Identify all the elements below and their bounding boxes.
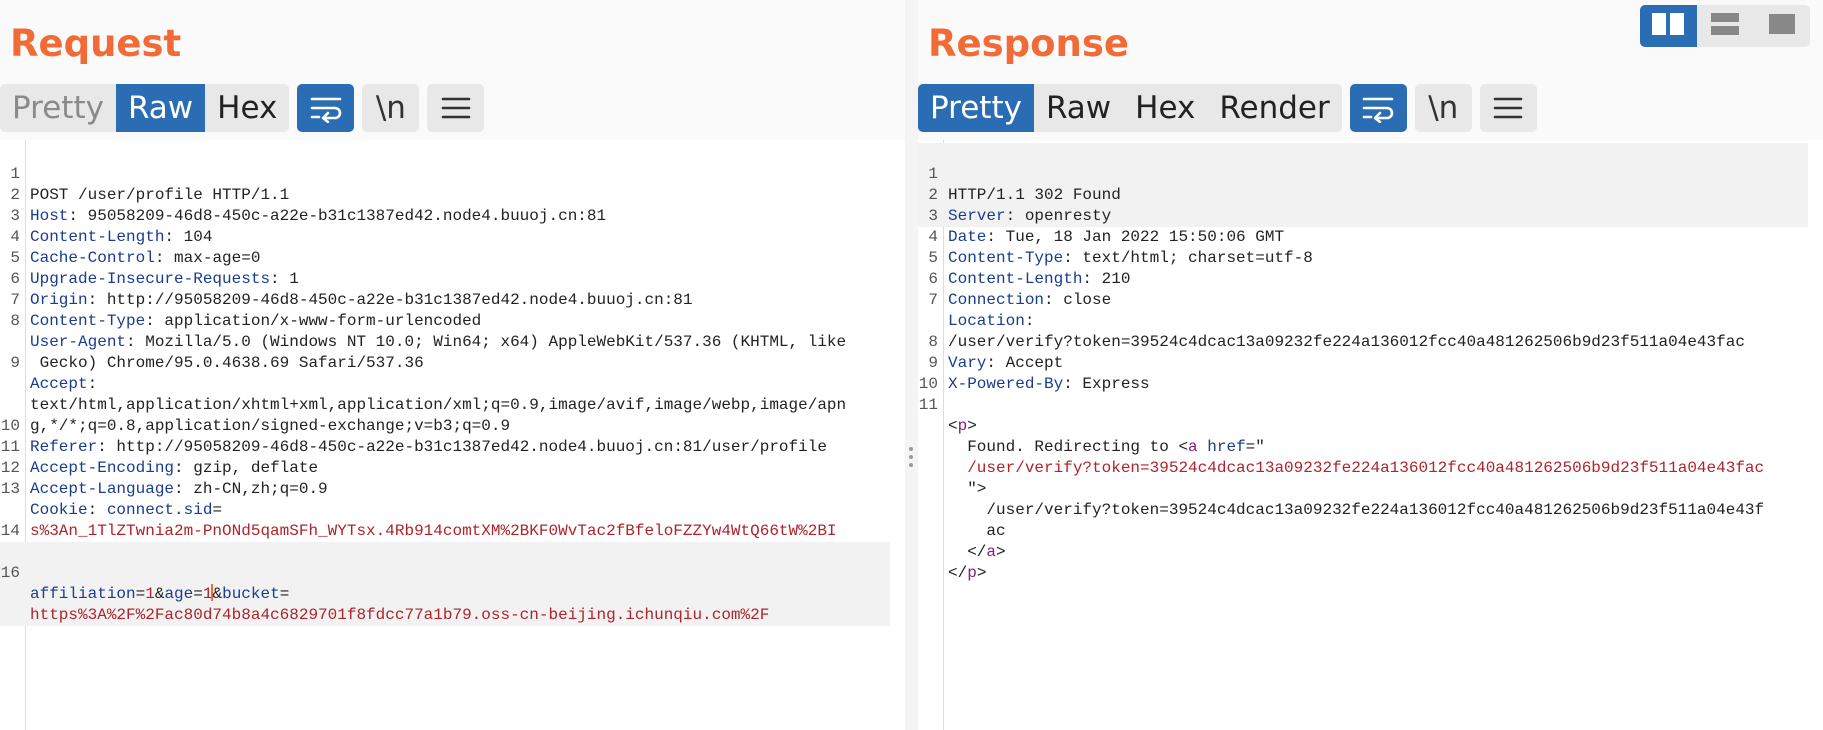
drag-handle-icon <box>909 447 914 471</box>
response-view-tabs: Pretty Raw Hex Render <box>918 84 1342 132</box>
layout-side-by-side-button[interactable] <box>1640 5 1697 47</box>
request-menu-button[interactable] <box>427 84 485 132</box>
request-newline-button[interactable]: \n <box>362 84 420 132</box>
request-tab-hex[interactable]: Hex <box>205 84 289 132</box>
pane-splitter[interactable] <box>905 0 918 730</box>
response-menu-button[interactable] <box>1479 84 1537 132</box>
request-tab-pretty[interactable]: Pretty <box>0 84 116 132</box>
menu-icon <box>1492 95 1524 121</box>
response-toolbar: Pretty Raw Hex Render \n <box>918 84 1537 132</box>
response-tab-hex[interactable]: Hex <box>1123 84 1207 132</box>
response-wrap-button[interactable] <box>1349 84 1407 132</box>
menu-icon <box>440 95 472 121</box>
request-header: Request Pretty Raw Hex \n <box>0 0 905 140</box>
request-editor[interactable]: 1 POST /user/profile HTTP/1.1 2 Host: 95… <box>0 140 905 730</box>
request-tab-raw[interactable]: Raw <box>115 84 206 132</box>
response-tab-pretty[interactable]: Pretty <box>918 84 1034 132</box>
stacked-layout-icon <box>1710 12 1740 41</box>
request-title: Request <box>10 22 182 65</box>
response-tab-render[interactable]: Render <box>1207 84 1341 132</box>
response-header: Response Pretty Raw Hex Render \n <box>918 0 1823 140</box>
side-by-side-layout-icon <box>1651 12 1685 41</box>
wrap-icon <box>1361 93 1395 123</box>
request-body-line: https%3A%2F%2Fac80d74b8a4c6829701f8fdcc7… <box>30 606 770 624</box>
request-wrap-button[interactable] <box>297 84 355 132</box>
response-tab-raw[interactable]: Raw <box>1034 84 1123 132</box>
single-pane-layout-icon <box>1768 13 1796 40</box>
layout-switch <box>1640 5 1810 47</box>
layout-single-button[interactable] <box>1753 5 1810 47</box>
response-pane: Response Pretty Raw Hex Render \n 1 HTTP… <box>918 0 1823 730</box>
response-newline-button[interactable]: \n <box>1414 84 1472 132</box>
request-toolbar: Pretty Raw Hex \n <box>0 84 485 132</box>
newline-icon: \n <box>1428 90 1459 126</box>
wrap-icon <box>309 93 343 123</box>
newline-icon: \n <box>375 90 406 126</box>
layout-stacked-button[interactable] <box>1697 5 1754 47</box>
response-line: </p> <box>948 564 987 582</box>
request-view-tabs: Pretty Raw Hex <box>0 84 290 132</box>
response-editor[interactable]: 1 HTTP/1.1 302 Found 2 Server: openresty… <box>918 140 1823 730</box>
response-title: Response <box>928 22 1129 65</box>
request-pane: Request Pretty Raw Hex \n 1 POST /user/p… <box>0 0 905 730</box>
